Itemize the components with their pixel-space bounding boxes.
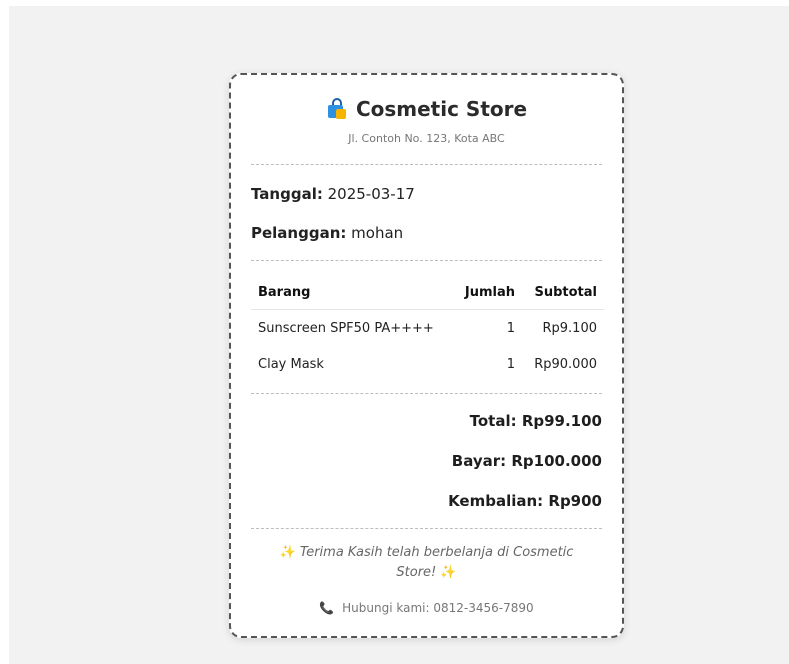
customer-label: Pelanggan: — [251, 224, 347, 242]
store-address: Jl. Contoh No. 123, Kota ABC — [348, 132, 505, 145]
store-title: Cosmetic Store — [326, 97, 527, 121]
contact-line: 📞 Hubungi kami: 0812-3456-7890 — [231, 601, 622, 615]
date-value: 2025-03-17 — [327, 185, 415, 203]
table-row: Clay Mask 1 Rp90.000 — [251, 346, 604, 382]
item-qty: 1 — [506, 356, 515, 372]
sparkle-icon: ✨ — [440, 565, 457, 580]
table-row: Sunscreen SPF50 PA++++ 1 Rp9.100 — [251, 310, 604, 347]
phone-icon: 📞 — [319, 601, 335, 615]
thank-you-message: ✨ Terima Kasih telah berbelanja di Cosme… — [261, 543, 592, 583]
customer-line: Pelanggan: mohan — [251, 224, 403, 242]
item-subtotal: Rp90.000 — [534, 356, 597, 372]
shopping-bag-icon — [327, 98, 346, 119]
item-name: Clay Mask — [258, 356, 324, 372]
item-name: Sunscreen SPF50 PA++++ — [258, 320, 434, 336]
receipt-header: Cosmetic Store Jl. Contoh No. 123, Kota … — [231, 97, 622, 145]
divider — [251, 393, 602, 394]
column-header-item: Barang — [251, 276, 442, 310]
date-label: Tanggal: — [251, 185, 323, 203]
column-header-subtotal: Subtotal — [522, 276, 604, 310]
sparkle-icon: ✨ — [279, 545, 296, 560]
change-amount: Kembalian: Rp900 — [448, 492, 602, 510]
receipt-card: Cosmetic Store Jl. Contoh No. 123, Kota … — [229, 73, 624, 638]
store-name: Cosmetic Store — [355, 97, 528, 121]
items-table: Barang Jumlah Subtotal Sunscreen SPF50 P… — [251, 276, 604, 382]
item-subtotal: Rp9.100 — [542, 320, 597, 336]
total-amount: Total: Rp99.100 — [469, 412, 602, 430]
date-line: Tanggal: 2025-03-17 — [251, 185, 415, 203]
thank-you-text: Terima Kasih telah berbelanja di Cosmeti… — [299, 545, 574, 580]
item-qty: 1 — [506, 320, 515, 336]
divider — [251, 528, 602, 529]
divider — [251, 164, 602, 165]
paid-amount: Bayar: Rp100.000 — [451, 452, 602, 470]
table-header-row: Barang Jumlah Subtotal — [251, 276, 604, 310]
divider — [251, 260, 602, 261]
column-header-qty: Jumlah — [442, 276, 522, 310]
customer-value: mohan — [351, 224, 404, 242]
contact-text: Hubungi kami: 0812-3456-7890 — [342, 601, 534, 615]
page-background: Cosmetic Store Jl. Contoh No. 123, Kota … — [9, 6, 789, 664]
